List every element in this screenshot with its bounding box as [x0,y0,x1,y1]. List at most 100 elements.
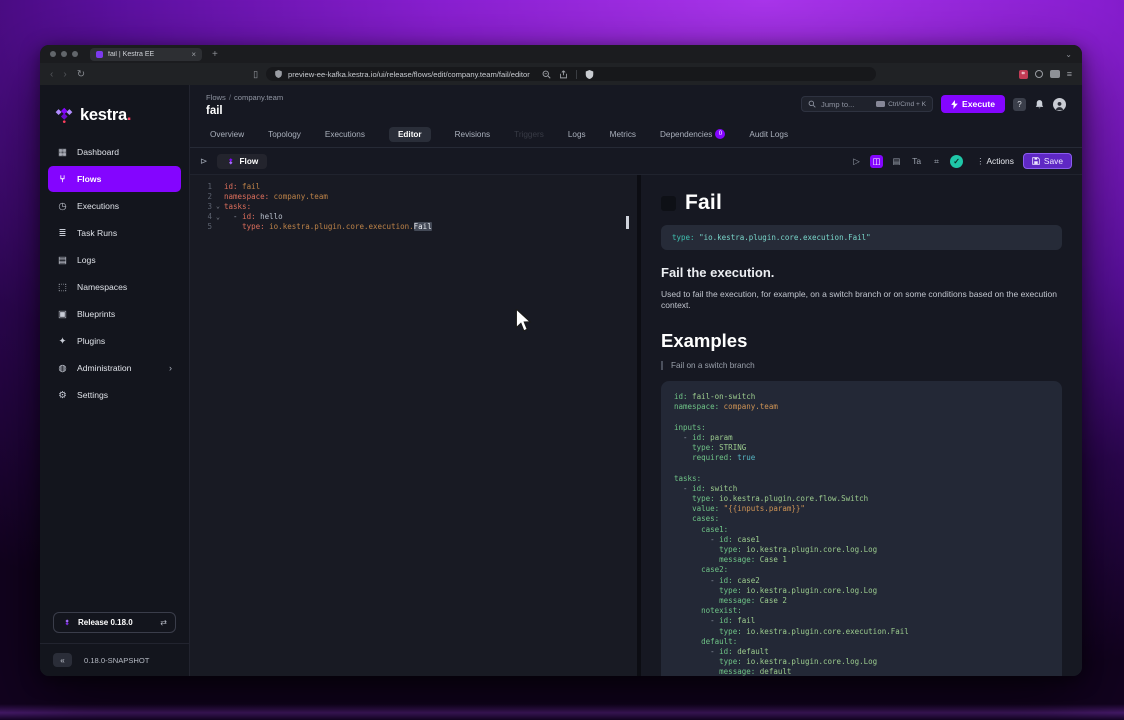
code-token: type: [719,545,742,554]
sidebar-item-plugins[interactable]: ✦Plugins [48,328,181,354]
sidebar-item-label: Logs [77,255,96,265]
user-avatar[interactable] [1053,98,1066,111]
code-token [674,504,692,513]
tab-editor[interactable]: Editor [389,127,431,142]
browser-menu-icon[interactable]: ≡ [1067,69,1072,79]
sidebar-item-executions[interactable]: ◷Executions [48,193,181,219]
code-token [674,545,719,554]
tab-dependencies[interactable]: Dependencies0 [660,129,725,139]
zoom-page-icon[interactable] [542,70,551,79]
notifications-bell-icon[interactable] [1034,99,1045,110]
new-tab-button[interactable]: + [212,49,218,60]
sidebar-item-dashboard[interactable]: ▦Dashboard [48,139,181,165]
breadcrumb-flows[interactable]: Flows [206,93,226,102]
code-token: namespace: [674,402,719,411]
window-controls[interactable] [50,51,78,57]
code-token [674,606,701,615]
editor-line: 1 id: fail [190,181,637,191]
sidebar-item-logs[interactable]: ▤Logs [48,247,181,273]
release-label: Release 0.18.0 [78,618,133,627]
tab-metrics[interactable]: Metrics [610,130,636,139]
close-window-button[interactable] [50,51,56,57]
browser-tab[interactable]: fail | Kestra EE × [90,48,202,61]
code-editor[interactable]: 1 id: fail2 namespace: company.team3⌄tas… [190,175,637,676]
example-code-line: - id: case1 [674,535,1049,545]
fold-caret-icon[interactable]: ⌄ [212,202,224,210]
code-token: fail-on-switch [688,392,756,401]
code-token: io.kestra.plugin.core.log.Log [742,545,877,554]
editor-line: 5 type: io.kestra.plugin.core.execution.… [190,222,637,232]
extensions-icon[interactable] [1035,70,1043,78]
tab-overview[interactable]: Overview [210,130,244,139]
forward-button[interactable]: › [63,69,66,80]
code-token: cases: [692,514,719,523]
sidebar-item-blueprints[interactable]: ▣Blueprints [48,301,181,327]
dashboard-icon: ▦ [57,147,68,158]
line-content: type: io.kestra.plugin.core.execution.Fa… [224,222,432,231]
switch-release-icon[interactable]: ⇄ [160,618,167,627]
sidebar-item-namespaces[interactable]: ⬚Namespaces [48,274,181,300]
code-token: - [674,484,692,493]
sidebar-item-label: Flows [77,174,101,184]
execute-button[interactable]: Execute [941,95,1005,113]
reload-button[interactable]: ↻ [77,69,85,80]
maximize-window-button[interactable] [72,51,78,57]
blueprints-icon: ▣ [57,309,68,320]
example-code-line: type: io.kestra.plugin.core.log.Log [674,545,1049,555]
sidebar-item-administration[interactable]: ◍Administration› [48,355,181,381]
tab-triggers[interactable]: Triggers [514,130,544,139]
browser-profile-icon[interactable] [1050,70,1060,78]
split-view-icon[interactable]: ◫ [870,155,883,168]
back-button[interactable]: ‹ [50,69,53,80]
sidebar-item-label: Plugins [77,336,105,346]
flow-file-tab[interactable]: Flow [217,154,268,169]
sidebar-item-flows[interactable]: ⑂Flows [48,166,181,192]
validation-status-icon[interactable]: ✓ [950,155,963,168]
address-bar[interactable]: preview-ee-kafka.kestra.io/ui/release/fl… [266,67,876,81]
no-code-view-icon[interactable]: Ta [910,155,923,168]
task-type-chip: type: "io.kestra.plugin.core.execution.F… [661,225,1062,250]
minimize-window-button[interactable] [61,51,67,57]
share-icon[interactable] [559,70,568,79]
close-tab-icon[interactable]: × [191,50,196,59]
extension-icon[interactable]: ⌗ [1019,70,1028,79]
kestra-logo[interactable]: kestra. [54,105,175,125]
topology-view-icon[interactable]: ⌗ [930,155,943,168]
page-title: fail [206,105,283,117]
tab-revisions[interactable]: Revisions [455,130,491,139]
keyboard-icon [876,101,885,107]
sidebar-item-task-runs[interactable]: ≣Task Runs [48,220,181,246]
code-token: Case 2 [755,596,787,605]
tab-logs[interactable]: Logs [568,130,586,139]
search-input[interactable]: Jump to... Ctrl/Cmd + K [801,96,933,112]
code-token: type: [242,222,265,231]
page-header: Flows/company.team fail Jump to... Ctrl/… [190,85,1082,117]
doc-view-icon[interactable]: ▤ [890,155,903,168]
tab-topology[interactable]: Topology [268,130,301,139]
code-view-icon[interactable]: ▷ [850,155,863,168]
line-number: 2 [190,192,212,201]
example-code-line: type: io.kestra.plugin.core.execution.Fa… [674,627,1049,637]
sidebar-item-settings[interactable]: ⚙Settings [48,382,181,408]
help-button[interactable]: ? [1013,98,1026,111]
line-content: - id: hello [224,212,283,221]
tab-executions[interactable]: Executions [325,130,365,139]
example-code-line [674,412,1049,422]
save-button[interactable]: Save [1023,153,1072,169]
breadcrumb-namespace[interactable]: company.team [234,93,283,102]
reader-mode-icon[interactable]: ▯ [253,69,258,80]
tab-overview-chevron-icon[interactable]: ⌄ [1065,50,1072,59]
code-token: io.kestra.plugin.core.log.Log [742,586,877,595]
editor-split: 1 id: fail2 namespace: company.team3⌄tas… [190,174,1082,676]
privacy-shield-icon[interactable] [585,70,594,79]
example-code-block[interactable]: id: fail-on-switchnamespace: company.tea… [661,381,1062,676]
code-token [674,596,719,605]
code-token [674,565,701,574]
kestra-wordmark: kestra. [80,106,131,125]
fold-caret-icon[interactable]: ⌄ [212,213,224,221]
release-selector[interactable]: Release 0.18.0 ⇄ [53,612,176,633]
files-panel-toggle-icon[interactable]: ⊳ [200,156,208,167]
actions-button[interactable]: ⋮Actions [976,156,1014,166]
tab-audit-logs[interactable]: Audit Logs [749,130,788,139]
collapse-sidebar-button[interactable]: « [53,653,72,667]
